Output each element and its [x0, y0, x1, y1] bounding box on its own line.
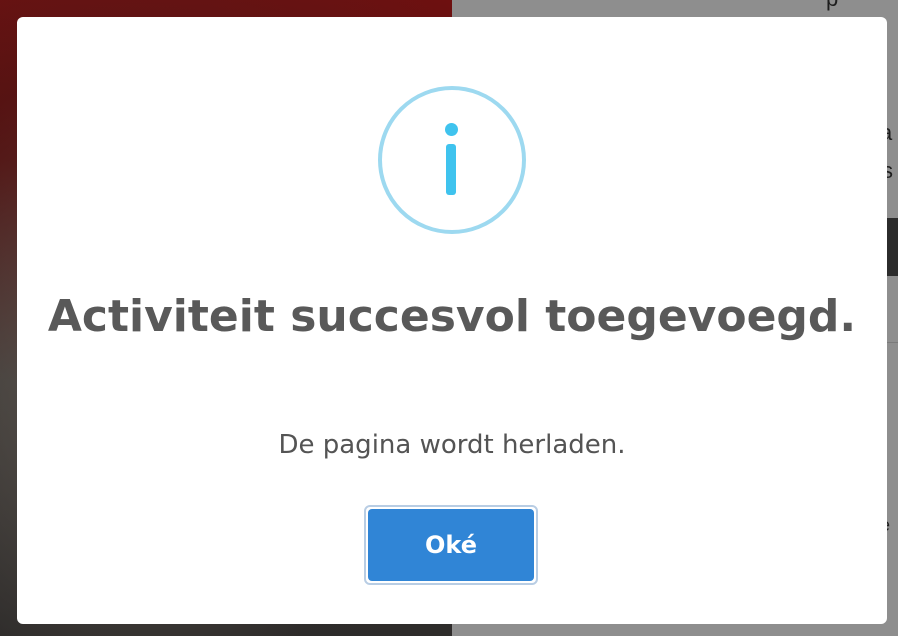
dialog-message: De pagina wordt herladen.	[278, 430, 626, 460]
ok-button[interactable]: Oké	[368, 509, 534, 581]
info-icon-dot	[445, 123, 458, 136]
info-icon-stem	[446, 144, 456, 195]
info-icon	[378, 86, 526, 234]
confirm-button-focus-ring: Oké	[364, 505, 538, 585]
alert-dialog: Activiteit succesvol toegevoegd. De pagi…	[17, 17, 887, 624]
page: p a s e Activiteit succesvol toegevoegd.…	[0, 0, 898, 636]
dialog-title: Activiteit succesvol toegevoegd.	[47, 291, 857, 342]
